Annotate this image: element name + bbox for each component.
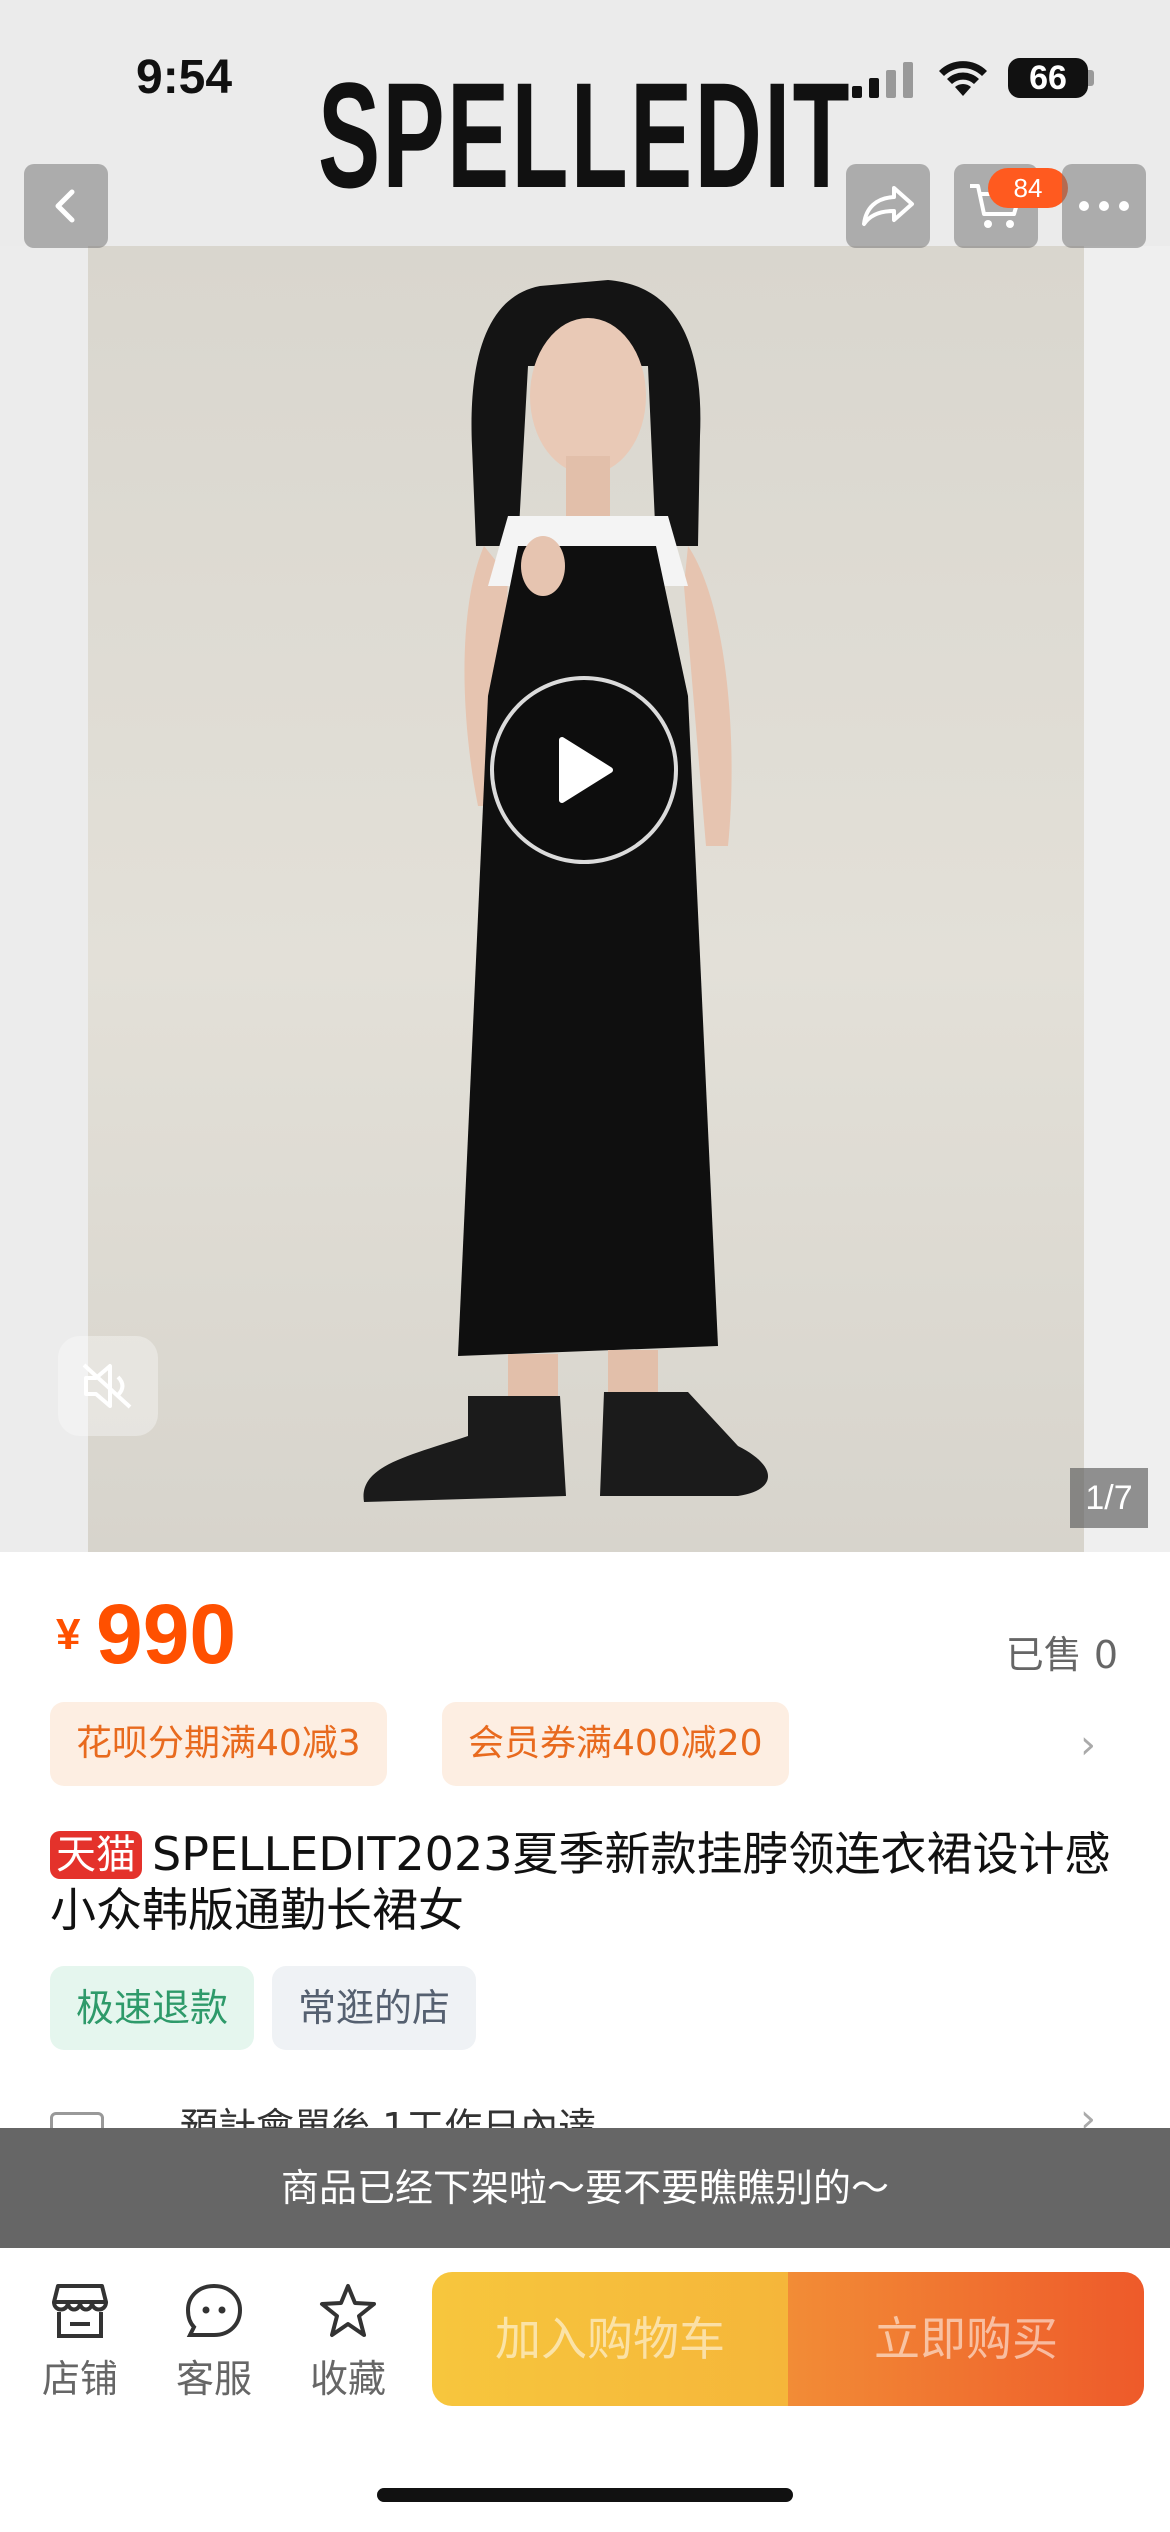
back-button[interactable] — [24, 164, 108, 248]
play-video-button[interactable] — [490, 676, 678, 864]
status-time: 9:54 — [136, 51, 233, 104]
cart-count-badge: 84 — [988, 168, 1068, 208]
share-icon — [862, 186, 914, 226]
add-to-cart-button[interactable]: 加入购物车 — [432, 2272, 788, 2406]
customer-service-button[interactable]: 客服 — [164, 2282, 264, 2403]
image-pager: 1/7 — [1070, 1468, 1148, 1528]
promo-member-coupon[interactable]: 会员券满400减20 — [442, 1702, 789, 1786]
product-title-text: SPELLEDIT2023夏季新款挂脖领连衣裙设计感小众韩版通勤长裙女 — [50, 1827, 1111, 1937]
buy-now-button[interactable]: 立即购买 — [788, 2272, 1144, 2406]
price-value: 990 — [96, 1587, 237, 1681]
tag-frequent-store[interactable]: 常逛的店 — [272, 1966, 477, 2050]
battery-tip — [1088, 70, 1094, 86]
chevron-right-icon[interactable]: › — [1080, 1722, 1096, 1768]
product-photo[interactable] — [88, 246, 1084, 1552]
cellular-signal-icon — [852, 62, 913, 98]
media-right-edge — [1084, 246, 1170, 1552]
speaker-muted-icon — [82, 1363, 132, 1409]
favorite-button[interactable]: 收藏 — [298, 2282, 398, 2403]
customer-service-label: 客服 — [175, 2357, 252, 2401]
chat-face-icon — [185, 2283, 243, 2337]
play-icon — [559, 737, 613, 803]
more-button[interactable] — [1062, 164, 1146, 248]
model-illustration — [363, 280, 768, 1502]
delisted-toast: 商品已经下架啦～要不要瞧瞧别的～ — [0, 2128, 1170, 2248]
sold-count: 已售 0 — [1005, 1633, 1118, 1677]
store-icon — [52, 2284, 108, 2338]
wifi-icon — [939, 61, 987, 96]
price-currency: ¥ — [56, 1610, 81, 1659]
brand-logo: SPELLEDIT — [318, 51, 852, 219]
chevron-left-icon — [55, 189, 75, 223]
promo-huabei[interactable]: 花呗分期满40减3 — [50, 1702, 387, 1786]
more-icon — [1079, 201, 1129, 211]
tmall-badge: 天猫 — [50, 1831, 142, 1879]
share-button[interactable] — [846, 164, 930, 248]
home-indicator[interactable] — [377, 2488, 793, 2502]
store-label: 店铺 — [41, 2357, 118, 2401]
favorite-label: 收藏 — [309, 2357, 386, 2401]
mute-toggle[interactable] — [58, 1336, 158, 1436]
star-icon — [320, 2284, 376, 2337]
product-title: 天猫 SPELLEDIT2023夏季新款挂脖领连衣裙设计感小众韩版通勤长裙女 — [50, 1826, 1130, 1938]
battery-indicator: 66 — [1008, 58, 1088, 98]
tag-fast-refund[interactable]: 极速退款 — [50, 1966, 255, 2050]
store-button[interactable]: 店铺 — [30, 2282, 130, 2403]
